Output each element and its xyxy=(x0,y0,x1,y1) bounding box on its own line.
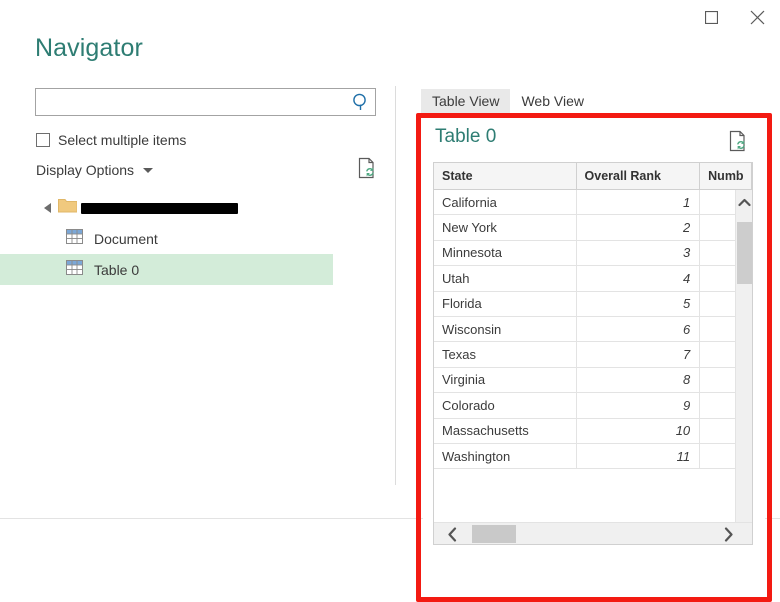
tree-item-table-0[interactable]: Table 0 xyxy=(0,254,333,285)
table-cell: Utah xyxy=(434,266,577,291)
table-cell: Washington xyxy=(434,443,577,469)
table-cell: California xyxy=(434,190,577,215)
table-preview-panel: Table 0 State Overall Rank Numb Californ… xyxy=(423,120,765,596)
table-cell: New York xyxy=(434,215,577,240)
refresh-button-left[interactable] xyxy=(357,157,377,184)
vertical-scroll-thumb[interactable] xyxy=(737,222,752,284)
tab-table-view[interactable]: Table View xyxy=(421,89,511,114)
table-cell: Wisconsin xyxy=(434,316,577,342)
tree-item-document[interactable]: Document xyxy=(0,223,333,254)
maximize-button[interactable] xyxy=(688,2,734,32)
grid-header-row: State Overall Rank Numb xyxy=(434,163,752,190)
tab-table-view-label: Table View xyxy=(432,93,500,109)
table-row[interactable]: New York 2 xyxy=(434,215,752,241)
table-cell: 1 xyxy=(577,190,701,215)
table-cell: 10 xyxy=(577,418,701,443)
table-cell: Massachusetts xyxy=(434,418,577,443)
table-cell: Colorado xyxy=(434,393,577,418)
refresh-button-preview[interactable] xyxy=(728,130,748,157)
close-icon xyxy=(750,10,764,24)
navigation-tree: Document Table 0 xyxy=(0,192,395,285)
select-multiple-items-row[interactable]: Select multiple items xyxy=(36,130,186,150)
grid-body: California 1 New York 2 Minnesota 3 Utah 4 Flori… xyxy=(434,190,752,544)
page-refresh-icon xyxy=(358,157,374,179)
expander-collapsed-icon[interactable] xyxy=(44,202,51,213)
table-row[interactable]: Virginia 8 xyxy=(434,367,752,394)
grid-vertical-scrollbar[interactable] xyxy=(735,190,752,544)
table-preview-header: Table 0 xyxy=(423,120,765,160)
table-cell: 9 xyxy=(577,393,701,418)
navigator-left-pane: Select multiple items Display Options Do… xyxy=(0,80,395,534)
page-refresh-icon xyxy=(729,130,745,152)
table-cell: 6 xyxy=(577,316,701,342)
chevron-down-icon[interactable] xyxy=(143,167,154,173)
horizontal-scroll-thumb[interactable] xyxy=(472,525,516,543)
table-row[interactable]: Wisconsin 6 xyxy=(434,316,752,343)
preview-pane: Table View Web View Table 0 State Overal… xyxy=(414,86,780,602)
column-header-state[interactable]: State xyxy=(434,163,577,189)
table-cell: Virginia xyxy=(434,367,577,393)
tree-item-label: Document xyxy=(94,230,158,247)
table-cell: 4 xyxy=(577,266,701,291)
select-multiple-items-label: Select multiple items xyxy=(58,132,187,148)
table-grid-icon xyxy=(66,228,83,249)
folder-icon xyxy=(58,197,78,218)
maximize-icon xyxy=(704,10,718,24)
page-title: Navigator xyxy=(35,34,143,62)
search-box[interactable] xyxy=(35,88,376,116)
search-input[interactable] xyxy=(41,89,347,115)
display-options-dropdown[interactable]: Display Options xyxy=(36,160,154,180)
search-icon[interactable] xyxy=(347,92,375,112)
table-row[interactable]: Minnesota 3 xyxy=(434,240,752,267)
table-cell: Texas xyxy=(434,342,577,367)
scroll-up-icon[interactable] xyxy=(736,192,752,212)
title-bar xyxy=(0,0,780,34)
select-multiple-items-checkbox[interactable] xyxy=(36,133,50,147)
table-row[interactable]: Washington 11 xyxy=(434,443,752,470)
display-options-label: Display Options xyxy=(36,162,135,178)
table-row[interactable]: Utah 4 xyxy=(434,266,752,292)
table-cell: 3 xyxy=(577,240,701,266)
table-cell: Minnesota xyxy=(434,240,577,266)
window-controls xyxy=(688,0,780,34)
table-cell: 11 xyxy=(577,443,701,469)
table-row[interactable]: Massachusetts 10 xyxy=(434,418,752,444)
table-grid-icon xyxy=(66,259,83,280)
column-header-number[interactable]: Numb xyxy=(700,163,752,189)
table-cell: 2 xyxy=(577,215,701,240)
table-preview-title: Table 0 xyxy=(435,126,497,147)
table-row[interactable]: Colorado 9 xyxy=(434,393,752,419)
grid-horizontal-scrollbar[interactable] xyxy=(434,522,752,544)
tree-item-label: Table 0 xyxy=(94,261,140,278)
table-cell: Florida xyxy=(434,291,577,316)
tree-root-node[interactable] xyxy=(0,192,395,223)
table-row[interactable]: California 1 xyxy=(434,190,752,216)
column-header-overall-rank[interactable]: Overall Rank xyxy=(577,163,701,189)
tab-web-view[interactable]: Web View xyxy=(510,89,595,114)
table-row[interactable]: Texas 7 xyxy=(434,342,752,368)
pane-divider xyxy=(395,86,396,485)
preview-tabs: Table View Web View xyxy=(421,86,595,114)
tab-web-view-label: Web View xyxy=(521,93,584,109)
tree-root-label-redacted xyxy=(81,200,242,215)
table-row[interactable]: Florida 5 xyxy=(434,291,752,317)
table-cell: 5 xyxy=(577,291,701,316)
preview-data-grid: State Overall Rank Numb California 1 New Y… xyxy=(433,162,753,545)
scroll-right-icon[interactable] xyxy=(716,523,740,544)
table-cell: 7 xyxy=(577,342,701,367)
table-cell: 8 xyxy=(577,367,701,393)
scroll-left-icon[interactable] xyxy=(440,523,464,544)
close-button[interactable] xyxy=(734,2,780,32)
